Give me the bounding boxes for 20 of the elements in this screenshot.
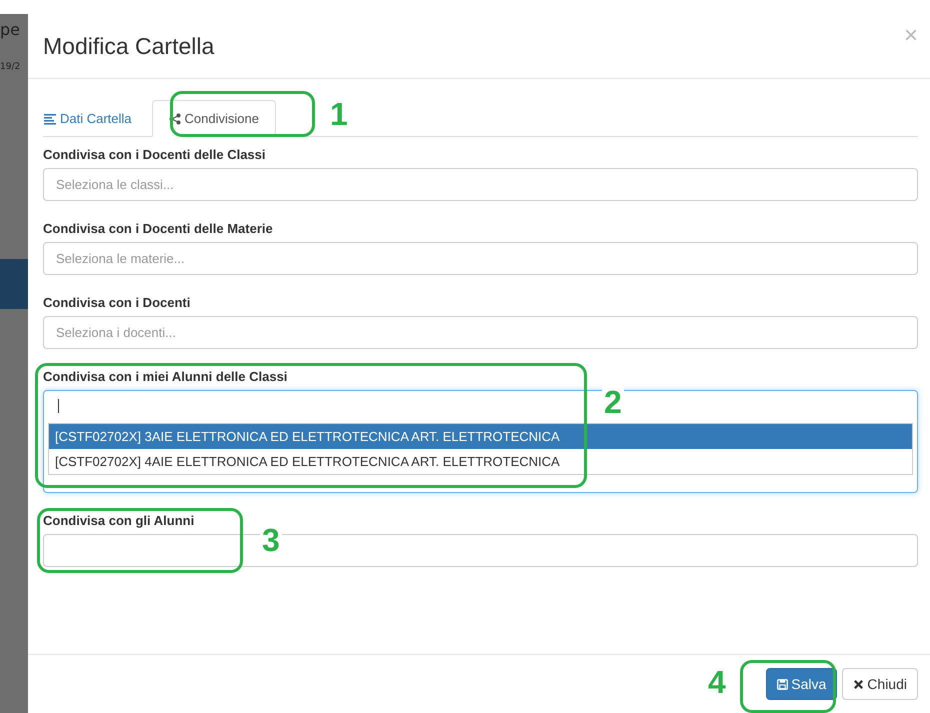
field-label: Condivisa con i Docenti delle Classi [43,147,267,162]
tab[interactable]: Dati Cartella [43,100,148,137]
select-field[interactable]: Seleziona le classi... [43,168,918,201]
text-cursor [58,399,59,413]
dialog-title: Modifica Cartella [43,32,214,60]
close-button[interactable]: Chiudi [842,668,918,700]
field-label: Condivisa con i Docenti [43,295,192,310]
field-label: Condivisa con i miei Alunni delle Classi [43,369,288,384]
share-icon [168,112,181,124]
dropdown-option[interactable]: [CSTF02702X] 3AIE ELETTRONICA ED ELETTROTECNICA ART. ELETTROTECNICA [49,424,912,449]
background-text: 19/2 [0,62,20,72]
field-label: Condivisa con gli Alunni [43,513,196,528]
field-label: Condivisa con i Docenti delle Materie [43,221,274,236]
list-icon [44,112,56,124]
save-button[interactable]: Salva [766,668,838,700]
select-field[interactable]: Seleziona le materie... [43,242,918,275]
select-field[interactable]: Seleziona i docenti... [43,316,918,349]
background-text: pe [0,20,20,39]
tab[interactable]: Condivisione [152,100,276,137]
close-icon [853,678,864,690]
